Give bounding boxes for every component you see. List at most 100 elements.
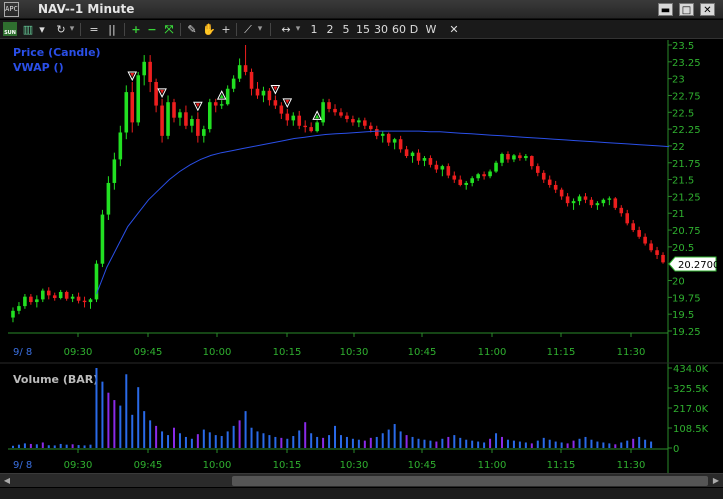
time-tick-label: 09:30 (64, 347, 93, 358)
volume-bar (143, 411, 146, 448)
maximize-button[interactable]: □ (679, 3, 694, 16)
candle-body (184, 112, 188, 126)
volume-bar (119, 405, 122, 448)
horizontal-lines-icon[interactable]: = (87, 21, 101, 38)
candle-body (267, 90, 272, 101)
volume-bar (167, 435, 170, 448)
toolbar-divider (236, 23, 237, 36)
volume-bar (47, 445, 50, 448)
time-tick-label: 09:45 (134, 347, 163, 358)
interval-60[interactable]: 60 (391, 21, 407, 38)
title-bar: APC NAV--1 Minute ▬ □ ✕ (0, 0, 723, 19)
candle-body (488, 171, 492, 177)
volume-bar (489, 438, 492, 448)
candle-body (547, 179, 552, 185)
candle-body (148, 61, 152, 83)
candle-body (649, 243, 653, 251)
status-bar (0, 488, 723, 499)
toolbar-close-icon[interactable]: ✕ (448, 21, 460, 38)
expand-horizontal-icon[interactable]: ↔ (278, 21, 294, 38)
interval-weekly[interactable]: W (425, 21, 437, 38)
volume-bar (632, 438, 635, 448)
volume-bar (590, 439, 593, 448)
refresh-icon[interactable]: ↻ (54, 21, 68, 38)
crosshair-icon[interactable]: + (219, 21, 233, 38)
scroll-thumb[interactable] (232, 476, 708, 486)
zoom-out-icon[interactable]: − (146, 21, 158, 38)
refresh-dropdown-icon[interactable]: ▾ (68, 21, 76, 38)
volume-bar (411, 436, 414, 448)
volume-bar (501, 436, 503, 448)
candle-body (595, 203, 600, 206)
volume-bar (286, 438, 289, 448)
chart-canvas[interactable]: Price (Candle) VWAP () 23.5 23.25 23 22.75 2… (0, 40, 723, 473)
time-tick-label: 11:15 (547, 460, 576, 471)
volume-bar (554, 441, 557, 448)
volume-bar (608, 443, 611, 448)
trendline-icon[interactable]: ⟋ (241, 21, 255, 38)
volume-bar (441, 438, 444, 448)
candle-body (321, 102, 325, 123)
price-tick-label: 22 (672, 142, 685, 153)
trendline-dropdown-icon[interactable]: ▾ (256, 21, 264, 38)
candle-body (494, 162, 498, 172)
candle-body (577, 196, 582, 202)
hand-pan-icon[interactable]: ✋ (202, 21, 216, 38)
candle-body (410, 152, 415, 157)
fit-screen-icon[interactable]: ⤧ (162, 21, 176, 38)
candle-body (225, 88, 230, 105)
volume-bar (548, 439, 551, 448)
candle-body (130, 92, 135, 123)
scroll-right-icon[interactable]: ▶ (710, 475, 722, 487)
price-tick-label: 20.75 (672, 226, 701, 237)
candle-body (279, 105, 284, 114)
volume-bar (256, 431, 259, 448)
volume-bar (220, 436, 223, 448)
minimize-button[interactable]: ▬ (658, 3, 673, 16)
close-button[interactable]: ✕ (700, 3, 715, 16)
candle-body (297, 115, 302, 126)
candle-body (607, 198, 612, 200)
volume-bar (524, 442, 527, 448)
session-sun-icon[interactable]: SUN (3, 22, 17, 36)
candle-body (363, 120, 367, 126)
candle-body (565, 196, 570, 204)
candle-body (11, 310, 15, 318)
interval-2[interactable]: 2 (325, 21, 335, 38)
interval-30[interactable]: 30 (373, 21, 389, 38)
candle-body (88, 299, 93, 303)
volume-bar (387, 429, 390, 448)
volume-bar (399, 431, 402, 448)
volume-bar (292, 436, 295, 448)
chart-area[interactable]: Price (Candle) VWAP () 23.5 23.25 23 22.75 2… (0, 40, 723, 485)
volume-bar (596, 441, 599, 448)
candle-body (464, 182, 469, 185)
interval-1[interactable]: 1 (309, 21, 319, 38)
pause-icon[interactable]: || (106, 21, 118, 38)
expand-dropdown-icon[interactable]: ▾ (294, 21, 302, 38)
horizontal-scrollbar[interactable]: ◀ ▶ (0, 473, 723, 487)
volume-bar (89, 444, 92, 448)
interval-5[interactable]: 5 (341, 21, 351, 38)
candle-body (440, 166, 445, 170)
volume-bar (584, 436, 587, 448)
time-tick-label: 10:00 (203, 347, 232, 358)
volume-bar (650, 441, 653, 448)
candle-body (524, 156, 528, 159)
volume-bar (620, 442, 623, 448)
volume-bar (614, 444, 617, 448)
candle-body (261, 90, 266, 96)
volume-bar (17, 444, 20, 448)
volume-bar (423, 439, 426, 448)
chart-type-dropdown-icon[interactable]: ▾ (37, 21, 47, 38)
interval-daily[interactable]: D (409, 21, 419, 38)
interval-15[interactable]: 15 (355, 21, 371, 38)
scroll-left-icon[interactable]: ◀ (1, 475, 13, 487)
window-title: NAV--1 Minute (38, 2, 135, 16)
volume-bar (447, 436, 450, 448)
chart-type-icon[interactable]: ▥ (21, 21, 35, 38)
price-series-label: Price (Candle) (13, 46, 101, 59)
pencil-draw-icon[interactable]: ✎ (185, 21, 199, 38)
volume-bar (41, 442, 44, 448)
zoom-in-icon[interactable]: + (130, 21, 142, 38)
